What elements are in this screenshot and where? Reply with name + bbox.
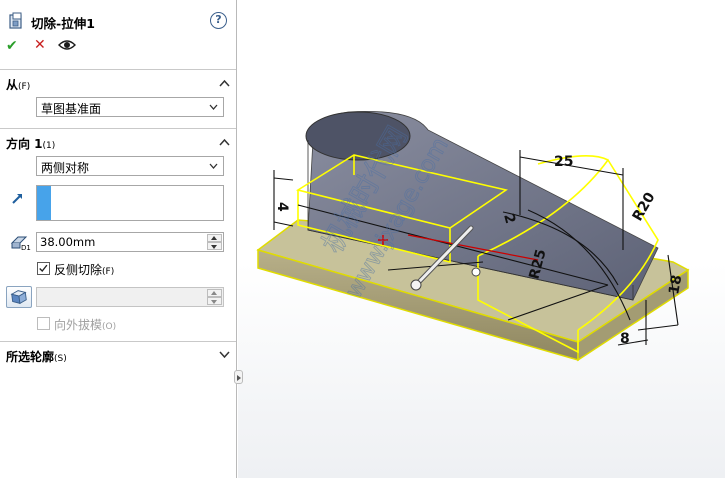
- active-selection-indicator: [37, 186, 51, 220]
- dimension-r20[interactable]: R20: [630, 190, 659, 224]
- from-dropdown-value: 草图基准面: [41, 102, 102, 116]
- dimension-8[interactable]: 8: [620, 331, 630, 347]
- help-button[interactable]: ?: [210, 12, 227, 29]
- draft-outward-checkbox: [37, 317, 50, 330]
- property-manager-panel: 切除-拉伸1 ? ✔ ✕ 从(F) 草图基准面 方向 1(1) 两侧对称 D1: [0, 0, 237, 478]
- end-condition-value: 两侧对称: [41, 161, 90, 175]
- dimension-25[interactable]: 25: [554, 154, 573, 170]
- depth-spinner[interactable]: [207, 234, 222, 250]
- depth-input[interactable]: 38.00mm: [36, 232, 224, 252]
- depth-dimension-icon: D1: [10, 236, 31, 251]
- divider: [0, 128, 236, 129]
- checkmark-icon: [39, 264, 48, 273]
- chevron-down-icon: [209, 104, 218, 110]
- from-section-title[interactable]: 从(F): [6, 76, 30, 93]
- graphics-viewport[interactable]: 25 R20 2 4 R25 18 8 机械时代网 www.jxage.com: [238, 0, 725, 478]
- divider: [0, 69, 236, 70]
- cancel-button[interactable]: ✕: [34, 37, 46, 53]
- svg-text:D1: D1: [21, 244, 31, 251]
- direction1-section-title[interactable]: 方向 1(1): [6, 135, 55, 152]
- draft-toggle-button[interactable]: [6, 286, 32, 308]
- direction-arrow-icon: [12, 194, 22, 204]
- dimension-18[interactable]: 18: [666, 274, 685, 296]
- chevron-up-icon[interactable]: [219, 79, 230, 87]
- dimension-4[interactable]: 4: [274, 202, 290, 212]
- chevron-up-icon[interactable]: [219, 138, 230, 146]
- draft-outward-label: 向外拔模(O): [54, 318, 117, 332]
- ok-button[interactable]: ✔: [6, 38, 18, 54]
- spin-up-button: [207, 289, 222, 297]
- depth-value: 38.00mm: [40, 235, 96, 249]
- model-view[interactable]: 25 R20 2 4 R25 18 8 机械时代网 www.jxage.com: [238, 0, 725, 478]
- direction-selection-box[interactable]: [36, 185, 224, 221]
- cut-extrude-icon: [9, 12, 22, 29]
- chevron-down-icon[interactable]: [219, 351, 230, 359]
- spin-down-button[interactable]: [207, 242, 222, 250]
- selected-contours-section-title[interactable]: 所选轮廓(S): [6, 348, 67, 365]
- draft-icon: [10, 290, 27, 305]
- eye-icon[interactable]: [58, 39, 76, 51]
- panel-header: 切除-拉伸1 ? ✔ ✕: [0, 0, 236, 64]
- draft-angle-spinner: [207, 289, 222, 305]
- spin-up-button[interactable]: [207, 234, 222, 242]
- spin-down-button: [207, 297, 222, 305]
- divider: [0, 341, 236, 342]
- draft-angle-input: [36, 287, 224, 307]
- chevron-down-icon: [209, 163, 218, 169]
- panel-collapse-handle[interactable]: [234, 370, 243, 384]
- flip-side-label[interactable]: 反侧切除(F): [54, 261, 114, 278]
- feature-title: 切除-拉伸1: [31, 16, 95, 31]
- from-dropdown[interactable]: 草图基准面: [36, 97, 224, 117]
- flip-side-checkbox[interactable]: [37, 262, 50, 275]
- end-condition-dropdown[interactable]: 两侧对称: [36, 156, 224, 176]
